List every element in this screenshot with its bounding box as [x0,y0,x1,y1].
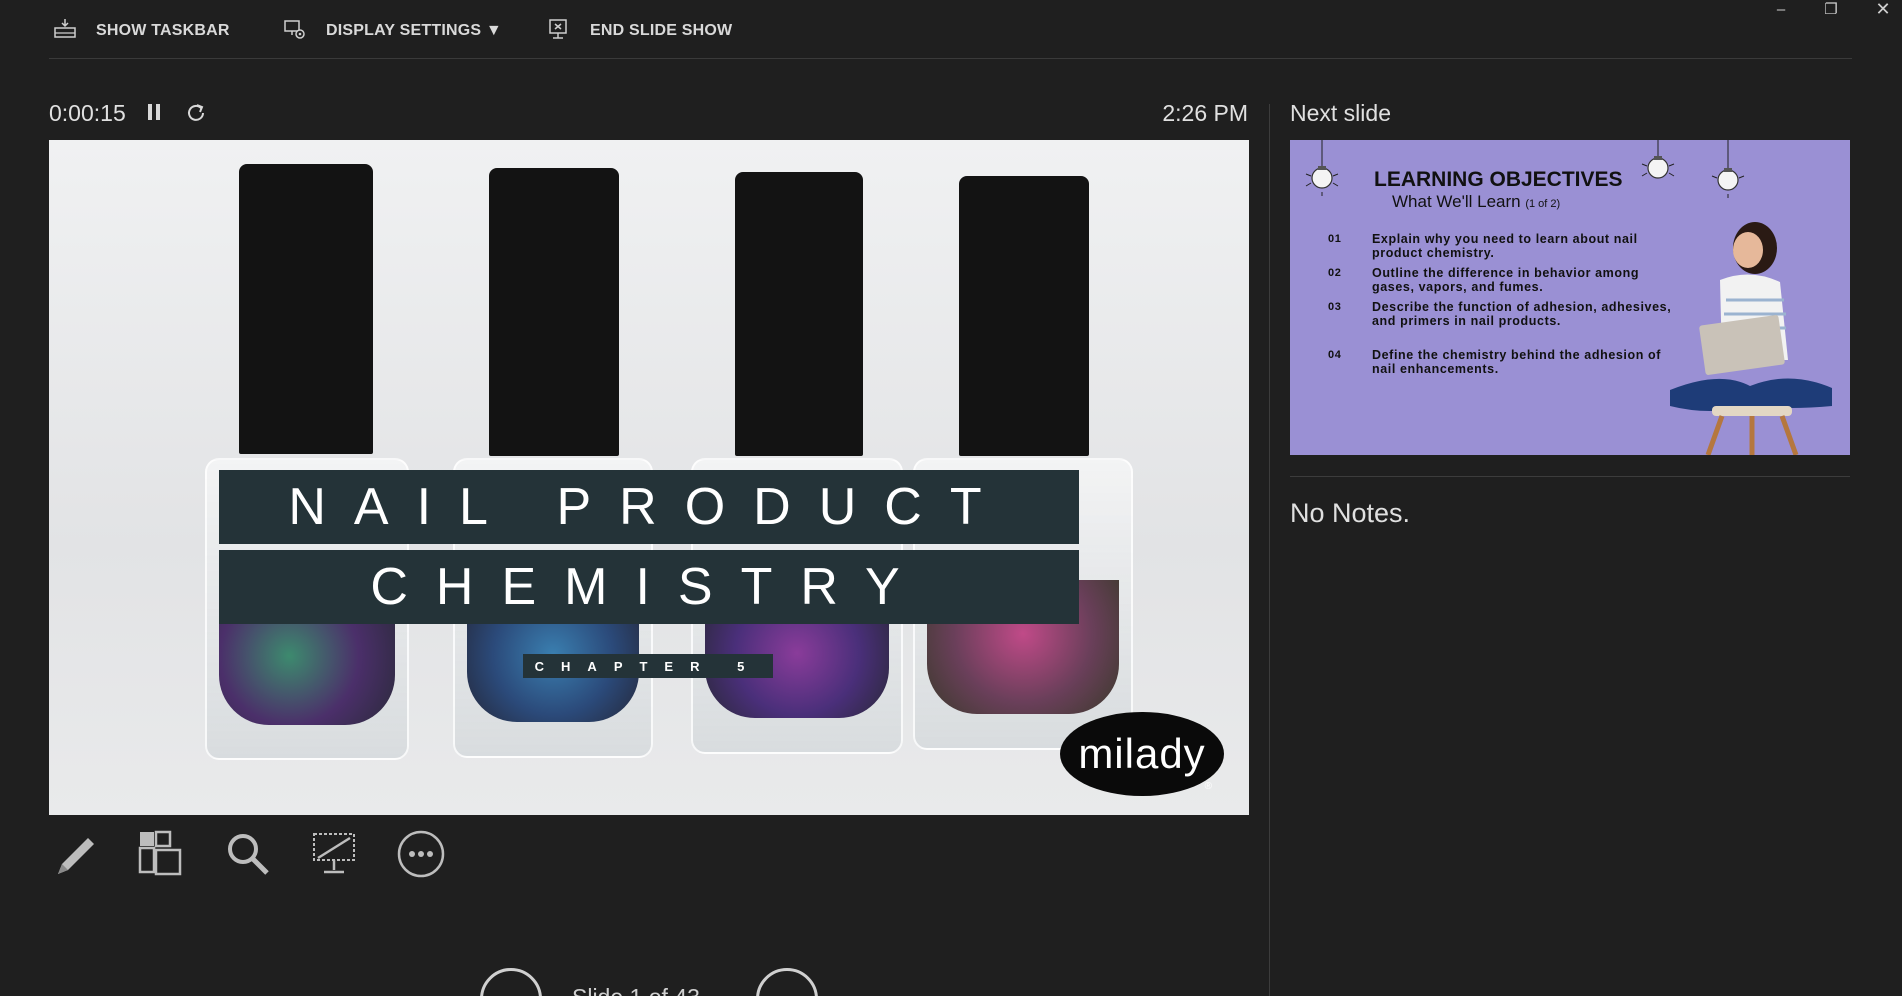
objective-item: 04 Define the chemistry behind the adhes… [1328,348,1668,376]
reset-icon [186,102,206,127]
lightbulb-icon [1641,140,1675,179]
slide-title-line1: NAIL PRODUCT [288,478,1010,536]
end-slide-show-label: END SLIDE SHOW [590,22,733,39]
restore-button[interactable]: ❐ [1818,0,1844,18]
display-settings-icon [282,16,308,47]
see-all-slides-button[interactable] [133,828,187,884]
chapter-label: CHAPTER 5 [534,658,762,674]
zoom-button[interactable] [221,828,275,884]
show-taskbar-label: SHOW TASKBAR [96,22,230,39]
toolbar-divider [49,58,1852,59]
slide-navigation: Slide 1 of 43 [480,968,820,996]
objective-item: 01 Explain why you need to learn about n… [1328,232,1668,260]
next-slide-label: Next slide [1290,100,1391,126]
pen-tool-button[interactable] [49,828,103,884]
next-slide-subtitle: What We'll Learn (1 of 2) [1392,192,1560,212]
logo-text: milady [1078,730,1206,777]
panel-divider [1269,104,1270,996]
pen-icon [50,828,102,885]
objective-text: Describe the function of adhesion, adhes… [1372,300,1672,328]
logo-registered-mark: ® [1204,781,1212,792]
current-time: 2:26 PM [1162,100,1248,126]
end-slide-show-button[interactable]: END SLIDE SHOW [546,18,732,44]
display-settings-button[interactable]: DISPLAY SETTINGS ▼ [282,18,502,44]
minimize-button[interactable]: – [1768,0,1794,18]
zoom-icon [222,828,274,885]
black-screen-icon [308,828,360,885]
previous-slide-button[interactable] [480,968,542,996]
notes-divider [1290,476,1850,477]
next-slide-subtitle-note: (1 of 2) [1525,198,1561,210]
objective-number: 04 [1328,349,1342,361]
next-slide-button[interactable] [756,968,818,996]
lightbulb-icon [1305,140,1339,196]
more-options-icon [395,828,447,885]
student-illustration [1670,222,1832,455]
objective-item: 03 Describe the function of adhesion, ad… [1328,300,1671,342]
objective-text: Define the chemistry behind the adhesion… [1372,348,1662,376]
more-options-button[interactable] [394,828,448,884]
next-slide-preview[interactable]: LEARNING OBJECTIVES What We'll Learn (1 … [1290,140,1850,455]
end-show-icon [546,16,572,47]
slide-counter[interactable]: Slide 1 of 43 [572,984,700,996]
speaker-notes: No Notes. [1290,498,1411,528]
objective-number: 01 [1328,233,1342,245]
chapter-band: CHAPTER 5 [523,654,773,678]
objective-number: 02 [1328,267,1342,279]
black-screen-button[interactable] [307,828,361,884]
objective-text: Outline the difference in behavior among… [1372,266,1640,294]
milady-logo: milady ® [1060,712,1224,796]
title-band-line1: NAIL PRODUCT [219,470,1079,544]
current-slide[interactable]: NAIL PRODUCT CHEMISTRY CHAPTER 5 milady … [49,140,1249,815]
title-band-line2: CHEMISTRY [219,550,1079,624]
slide-title-line2: CHEMISTRY [370,558,928,616]
presenter-toolbar: SHOW TASKBAR DISPLAY SETTINGS ▼ END SLID… [0,0,1902,60]
objective-number: 03 [1328,301,1342,313]
display-settings-label: DISPLAY SETTINGS ▼ [326,22,502,39]
lightbulb-icon [1711,140,1745,198]
taskbar-icon [52,16,78,47]
next-slide-subtitle-text: What We'll Learn [1392,192,1521,211]
show-taskbar-button[interactable]: SHOW TASKBAR [52,18,230,44]
reset-timer-button[interactable] [182,100,210,128]
close-button[interactable]: ✕ [1870,0,1896,19]
elapsed-timer: 0:00:15 [49,100,126,126]
objective-text: Explain why you need to learn about nail… [1372,232,1638,260]
slides-grid-icon [134,828,186,885]
objective-item: 02 Outline the difference in behavior am… [1328,266,1668,294]
pause-timer-button[interactable] [140,100,168,128]
next-slide-title: LEARNING OBJECTIVES [1374,168,1623,191]
pause-icon [145,102,163,127]
